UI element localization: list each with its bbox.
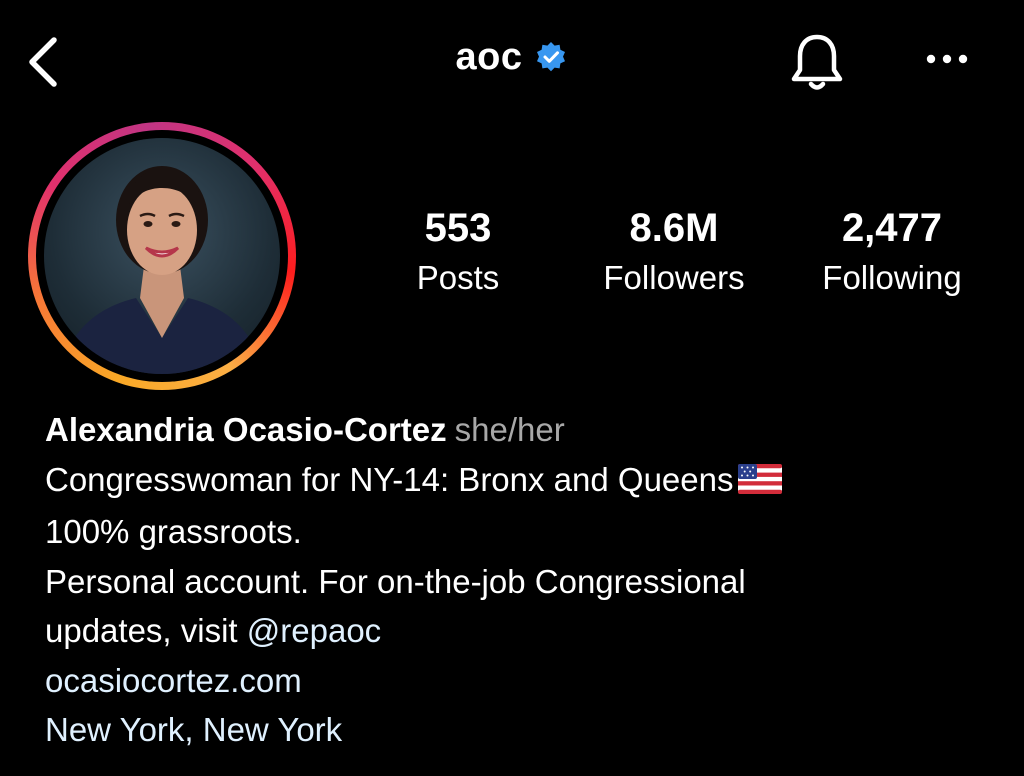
bio-line-1: Congresswoman for NY-14: Bronx and Queen… [45, 455, 1005, 508]
bio-text-4: updates, visit [45, 612, 247, 649]
stat-following[interactable]: 2,477 Following [792, 200, 992, 300]
posts-count: 553 [424, 206, 492, 250]
followers-count: 8.6M [629, 206, 719, 250]
mention-link-repaoc[interactable]: @repaoc [247, 612, 381, 649]
bio-line-2: 100% grassroots. [45, 513, 302, 550]
avatar [44, 138, 280, 374]
notifications-button[interactable] [780, 26, 854, 100]
profile-avatar-story-ring[interactable] [28, 122, 296, 390]
following-label: Following [822, 259, 962, 296]
avatar-portrait [62, 166, 262, 374]
profile-bio: Alexandria Ocasio-Cortez she/her Congress… [45, 405, 1005, 755]
profile-stats: 553 Posts 8.6M Followers 2,477 Following [340, 200, 1024, 310]
website-link[interactable]: ocasiocortez.com [45, 656, 1005, 706]
followers-label: Followers [603, 259, 745, 296]
name-line: Alexandria Ocasio-Cortez she/her [45, 405, 1005, 455]
stat-posts[interactable]: 553 Posts [358, 200, 558, 300]
username-title: aoc [455, 36, 523, 78]
pronouns: she/her [454, 411, 565, 448]
avatar-ring-gap [36, 130, 288, 382]
full-name: Alexandria Ocasio-Cortez [45, 411, 447, 448]
more-dots-icon [926, 54, 968, 64]
bio-line-3: Personal account. For on-the-job Congres… [45, 562, 746, 600]
bio-text-1: Congresswoman for NY-14: Bronx and Queen… [45, 460, 734, 498]
stat-followers[interactable]: 8.6M Followers [574, 200, 774, 300]
us-flag-icon [737, 458, 782, 508]
location-link[interactable]: New York, New York [45, 705, 1005, 755]
following-count: 2,477 [841, 206, 943, 250]
bell-icon [791, 34, 843, 90]
posts-label: Posts [416, 259, 500, 296]
top-nav-bar: aoc [0, 0, 1024, 120]
profile-header-title: aoc [0, 36, 1024, 79]
verified-badge-icon [534, 41, 568, 75]
bio-line-4: updates, visit @repaoc [45, 606, 1005, 656]
more-options-button[interactable] [912, 34, 982, 84]
